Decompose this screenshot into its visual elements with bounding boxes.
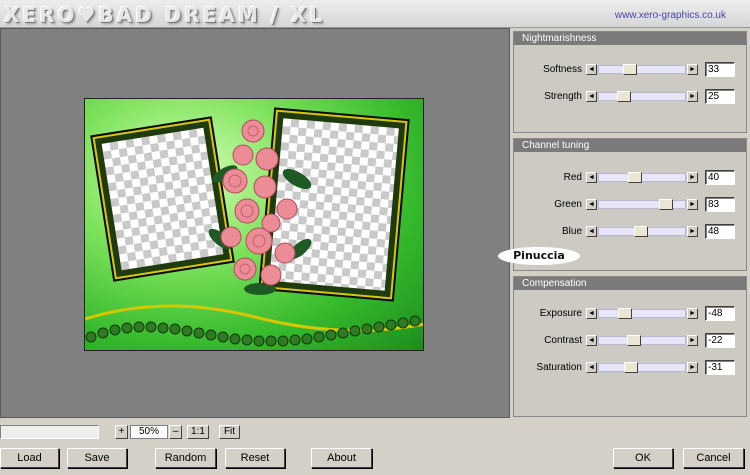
group-title: Compensation (514, 277, 746, 290)
watermark-label: Pinuccia (498, 247, 580, 265)
saturation-value-input[interactable]: -31 (705, 360, 735, 375)
softness-value-input[interactable]: 33 (705, 62, 735, 77)
group-title: Channel tuning (514, 139, 746, 152)
zoom-level-input[interactable]: 50% (130, 425, 168, 439)
right-arrow-icon[interactable]: ► (687, 335, 698, 346)
right-arrow-icon[interactable]: ► (687, 64, 698, 75)
cancel-button[interactable]: Cancel (683, 448, 744, 468)
status-field (0, 425, 99, 439)
green-slider-track[interactable] (598, 199, 686, 210)
blue-slider-row: Blue ◄ ► 48 (514, 224, 748, 240)
slider-thumb[interactable] (628, 172, 642, 183)
slider-thumb[interactable] (618, 308, 632, 319)
slider-label: Strength (544, 91, 582, 102)
slider-thumb[interactable] (624, 362, 638, 373)
red-slider-track[interactable] (598, 172, 686, 183)
left-arrow-icon[interactable]: ◄ (586, 172, 597, 183)
slider-thumb[interactable] (659, 199, 673, 210)
slider-label: Blue (561, 226, 582, 237)
green-slider-row: Green ◄ ► 83 (514, 197, 748, 213)
group-title: Nightmarishness (514, 32, 746, 45)
slider-thumb[interactable] (623, 64, 637, 75)
right-arrow-icon[interactable]: ► (687, 308, 698, 319)
ok-button[interactable]: OK (613, 448, 673, 468)
load-button[interactable]: Load (0, 448, 59, 468)
save-button[interactable]: Save (67, 448, 127, 468)
group-nightmarishness: Nightmarishness Softness ◄ ► 33 Strength… (513, 31, 747, 133)
softness-slider-row: Softness ◄ ► 33 (514, 62, 748, 78)
exposure-value-input[interactable]: -48 (705, 306, 735, 321)
slider-thumb[interactable] (627, 335, 641, 346)
reset-button[interactable]: Reset (225, 448, 285, 468)
slider-label: Saturation (536, 362, 582, 373)
app-title: XERO♥BAD DREAM / XL (4, 3, 326, 27)
exposure-slider-track[interactable] (598, 308, 686, 319)
left-arrow-icon[interactable]: ◄ (586, 199, 597, 210)
green-value-input[interactable]: 83 (705, 197, 735, 212)
blue-slider-track[interactable] (598, 226, 686, 237)
saturation-slider-row: Saturation ◄ ► -31 (514, 360, 748, 376)
strength-slider-row: Strength ◄ ► 25 (514, 89, 748, 105)
website-link[interactable]: www.xero-graphics.co.uk (615, 10, 726, 21)
left-arrow-icon[interactable]: ◄ (586, 64, 597, 75)
strength-slider-track[interactable] (598, 91, 686, 102)
left-arrow-icon[interactable]: ◄ (586, 308, 597, 319)
saturation-slider-track[interactable] (598, 362, 686, 373)
slider-label: Red (563, 172, 582, 183)
preview-area (0, 28, 510, 418)
strength-value-input[interactable]: 25 (705, 89, 735, 104)
left-arrow-icon[interactable]: ◄ (586, 335, 597, 346)
red-slider-row: Red ◄ ► 40 (514, 170, 748, 186)
slider-thumb[interactable] (617, 91, 631, 102)
right-arrow-icon[interactable]: ► (687, 91, 698, 102)
slider-label: Softness (543, 64, 582, 75)
red-value-input[interactable]: 40 (705, 170, 735, 185)
left-arrow-icon[interactable]: ◄ (586, 226, 597, 237)
zoom-fit-button[interactable]: Fit (219, 425, 240, 439)
about-button[interactable]: About (311, 448, 372, 468)
zoom-in-button[interactable]: + (115, 425, 128, 439)
contrast-slider-track[interactable] (598, 335, 686, 346)
contrast-value-input[interactable]: -22 (705, 333, 735, 348)
right-arrow-icon[interactable]: ► (687, 362, 698, 373)
contrast-slider-row: Contrast ◄ ► -22 (514, 333, 748, 349)
preview-image (84, 98, 424, 351)
exposure-slider-row: Exposure ◄ ► -48 (514, 306, 748, 322)
group-compensation: Compensation Exposure ◄ ► -48 Contrast ◄… (513, 276, 747, 417)
slider-thumb[interactable] (634, 226, 648, 237)
zoom-out-button[interactable]: – (169, 425, 182, 439)
right-arrow-icon[interactable]: ► (687, 199, 698, 210)
slider-label: Green (554, 199, 582, 210)
softness-slider-track[interactable] (598, 64, 686, 75)
zoom-one-to-one-button[interactable]: 1:1 (187, 425, 209, 439)
blue-value-input[interactable]: 48 (705, 224, 735, 239)
slider-label: Exposure (539, 308, 582, 319)
random-button[interactable]: Random (155, 448, 216, 468)
right-arrow-icon[interactable]: ► (687, 226, 698, 237)
left-arrow-icon[interactable]: ◄ (586, 91, 597, 102)
bead-garland (85, 304, 423, 347)
slider-label: Contrast (544, 335, 582, 346)
left-arrow-icon[interactable]: ◄ (586, 362, 597, 373)
title-bar: XERO♥BAD DREAM / XL www.xero-graphics.co… (0, 0, 750, 28)
right-arrow-icon[interactable]: ► (687, 172, 698, 183)
rose-bouquet (208, 119, 312, 295)
